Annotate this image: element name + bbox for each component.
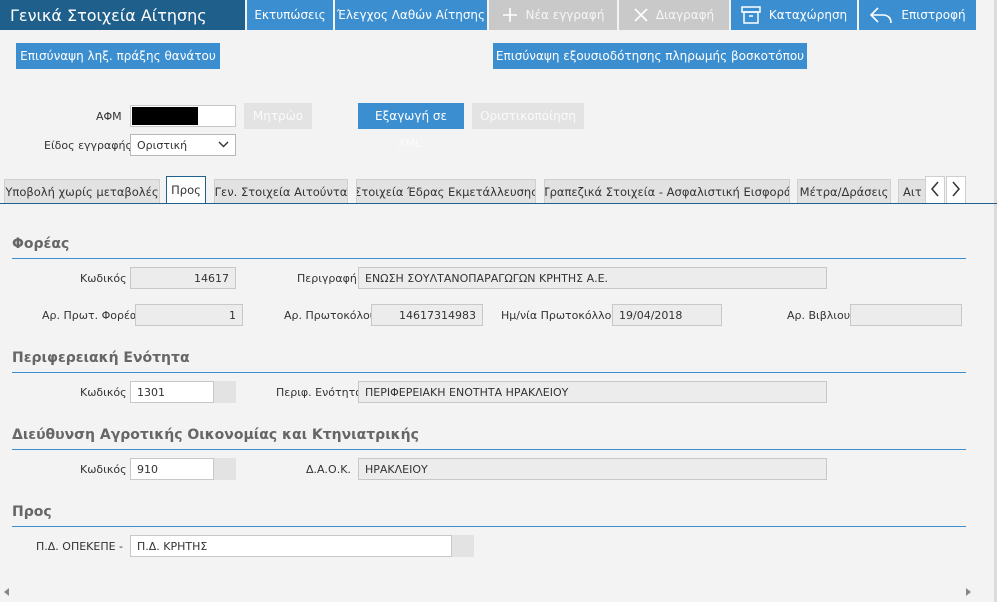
save-button[interactable]: Καταχώρηση <box>731 0 857 30</box>
foreas-code-label: Κωδικός <box>80 272 127 285</box>
scroll-left-arrow-icon[interactable] <box>4 586 10 599</box>
tab-label: Στοιχεία Έδρας Εκμετάλλευσης <box>356 184 536 199</box>
section-title-foreas: Φορέας <box>12 236 70 252</box>
regional-unit-label: Περιφ. Ενότητα <box>276 386 363 399</box>
error-check-button[interactable]: Έλεγχος Λαθών Αίτησης <box>335 0 487 30</box>
chevron-down-icon <box>218 139 229 153</box>
export-xml-label-line2: XML <box>398 137 422 150</box>
tab-label: Προς <box>171 183 201 197</box>
registry-button[interactable]: Μητρώο <box>244 103 312 129</box>
delete-label: Διαγραφή <box>655 8 715 22</box>
daok-name-label: Δ.Α.Ο.Κ. <box>306 463 351 476</box>
daok-name-field[interactable]: ΗΡΑΚΛΕΙΟΥ <box>358 458 827 480</box>
section-divider <box>12 449 966 450</box>
afm-input[interactable] <box>130 105 236 127</box>
tabs-underline <box>0 203 997 204</box>
back-label: Επιστροφή <box>901 8 966 22</box>
tab-label: Γεν. Στοιχεία Αιτούντα <box>214 184 348 199</box>
close-icon <box>634 8 648 22</box>
tab-label: Αιτ <box>903 184 922 199</box>
back-button[interactable]: Επιστροφή <box>859 0 976 30</box>
tab-measures[interactable]: Μέτρα/Δράσεις <box>797 179 891 203</box>
foreas-desc-label: Περιγραφή <box>297 272 357 285</box>
registry-button-label: Μητρώο <box>252 109 304 123</box>
tab-holding-seat[interactable]: Στοιχεία Έδρας Εκμετάλλευσης <box>356 179 536 203</box>
page-title: Γενικά Στοιχεία Αίτησης <box>0 0 245 30</box>
tab-applicant-info[interactable]: Γεν. Στοιχεία Αιτούντα <box>214 179 348 203</box>
tab-label: Υποβολή χωρίς μεταβολές <box>5 184 159 199</box>
tab-label: Μέτρα/Δράσεις <box>799 184 889 199</box>
section-title-regional: Περιφερειακή Ενότητα <box>12 350 190 366</box>
protocol-date-label: Ημ/νία Πρωτοκόλλου <box>501 309 618 322</box>
afm-label: ΑΦΜ <box>96 110 122 123</box>
regional-unit-field[interactable]: ΠΕΡΙΦΕΡΕΙΑΚΗ ΕΝΟΤΗΤΑ ΗΡΑΚΛΕΙΟΥ <box>358 381 827 403</box>
prot-foreas-label: Αρ. Πρωτ. Φορέα <box>42 309 138 322</box>
regional-lookup-button[interactable] <box>214 381 236 403</box>
daok-lookup-button[interactable] <box>214 458 236 480</box>
delete-button[interactable]: Διαγραφή <box>619 0 729 30</box>
opekepe-lookup-button[interactable] <box>452 535 474 557</box>
record-type-label: Είδος εγγραφής <box>44 139 132 152</box>
opekepe-label: Π.Δ. ΟΠΕΚΕΠΕ - <box>36 540 124 553</box>
tab-submit-no-changes[interactable]: Υποβολή χωρίς μεταβολές <box>4 179 160 203</box>
protocol-label: Αρ. Πρωτοκόλου <box>284 309 377 322</box>
section-divider <box>12 372 966 373</box>
error-check-label: Έλεγχος Λαθών Αίτησης <box>336 8 486 22</box>
print-button-label: Εκτυπώσεις <box>254 8 326 22</box>
protocol-date-field[interactable]: 19/04/2018 <box>612 304 722 326</box>
tab-scroll-left-button[interactable] <box>925 176 945 204</box>
chevron-left-icon <box>930 181 940 200</box>
protocol-field[interactable]: 14617314983 <box>371 304 483 326</box>
book-field[interactable] <box>850 304 962 326</box>
section-divider <box>12 258 966 259</box>
tab-scroll-right-button[interactable] <box>946 176 966 204</box>
opekepe-input[interactable]: Π.Δ. ΚΡΗΤΗΣ <box>130 535 452 557</box>
new-record-label: Νέα εγγραφή <box>525 8 605 22</box>
foreas-code-field[interactable]: 14617 <box>130 267 236 289</box>
redacted-block <box>132 107 198 125</box>
export-xml-button[interactable]: Εξαγωγή σε <box>358 103 464 129</box>
section-title-daok: Διεύθυνση Αγροτικής Οικονομίας και Κτηνι… <box>12 427 419 443</box>
prot-foreas-field[interactable]: 1 <box>135 304 243 326</box>
record-type-value: Οριστική <box>137 139 188 152</box>
attach-pasture-auth-label: Επισύναψη εξουσιοδότησης πληρωμής βοσκοτ… <box>495 49 805 63</box>
export-xml-label: Εξαγωγή σε <box>375 109 447 123</box>
print-button[interactable]: Εκτυπώσεις <box>247 0 333 30</box>
finalize-button[interactable]: Οριστικοποίηση <box>472 103 584 129</box>
section-title-pros: Προς <box>12 504 52 520</box>
attach-death-cert-button[interactable]: Επισύναψη ληξ. πράξης θανάτου <box>16 43 220 69</box>
daok-code-input[interactable]: 910 <box>130 458 214 480</box>
tab-bank-insurance[interactable]: Τραπεζικά Στοιχεία - Ασφαλιστική Εισφορά <box>544 179 790 203</box>
scroll-right-arrow-icon[interactable] <box>966 586 972 599</box>
attach-pasture-auth-button[interactable]: Επισύναψη εξουσιοδότησης πληρωμής βοσκοτ… <box>493 43 807 69</box>
reply-arrow-icon <box>869 6 893 24</box>
chevron-right-icon <box>951 181 961 200</box>
section-divider <box>12 526 966 527</box>
finalize-button-label: Οριστικοποίηση <box>480 109 576 123</box>
tab-application[interactable]: Αιτ <box>898 179 926 203</box>
plus-icon <box>502 7 518 23</box>
foreas-desc-field[interactable]: ΕΝΩΣΗ ΣΟΥΛΤΑΝΟΠΑΡΑΓΩΓΩΝ ΚΡΗΤΗΣ Α.Ε. <box>358 267 827 289</box>
regional-code-input[interactable]: 1301 <box>130 381 214 403</box>
daok-code-label: Κωδικός <box>80 463 127 476</box>
record-type-select[interactable]: Οριστική <box>130 134 236 156</box>
new-record-button[interactable]: Νέα εγγραφή <box>489 0 617 30</box>
book-label: Αρ. Βιβλιου <box>787 309 851 322</box>
top-toolbar: Γενικά Στοιχεία Αίτησης Εκτυπώσεις Έλεγχ… <box>0 0 997 30</box>
archive-box-icon <box>741 6 761 24</box>
attach-death-cert-label: Επισύναψη ληξ. πράξης θανάτου <box>20 49 216 63</box>
save-label: Καταχώρηση <box>768 8 848 22</box>
horizontal-scrollbar[interactable] <box>0 583 980 597</box>
tab-pros[interactable]: Προς <box>166 176 206 204</box>
tab-label: Τραπεζικά Στοιχεία - Ασφαλιστική Εισφορά <box>544 184 790 199</box>
regional-code-label: Κωδικός <box>80 386 127 399</box>
